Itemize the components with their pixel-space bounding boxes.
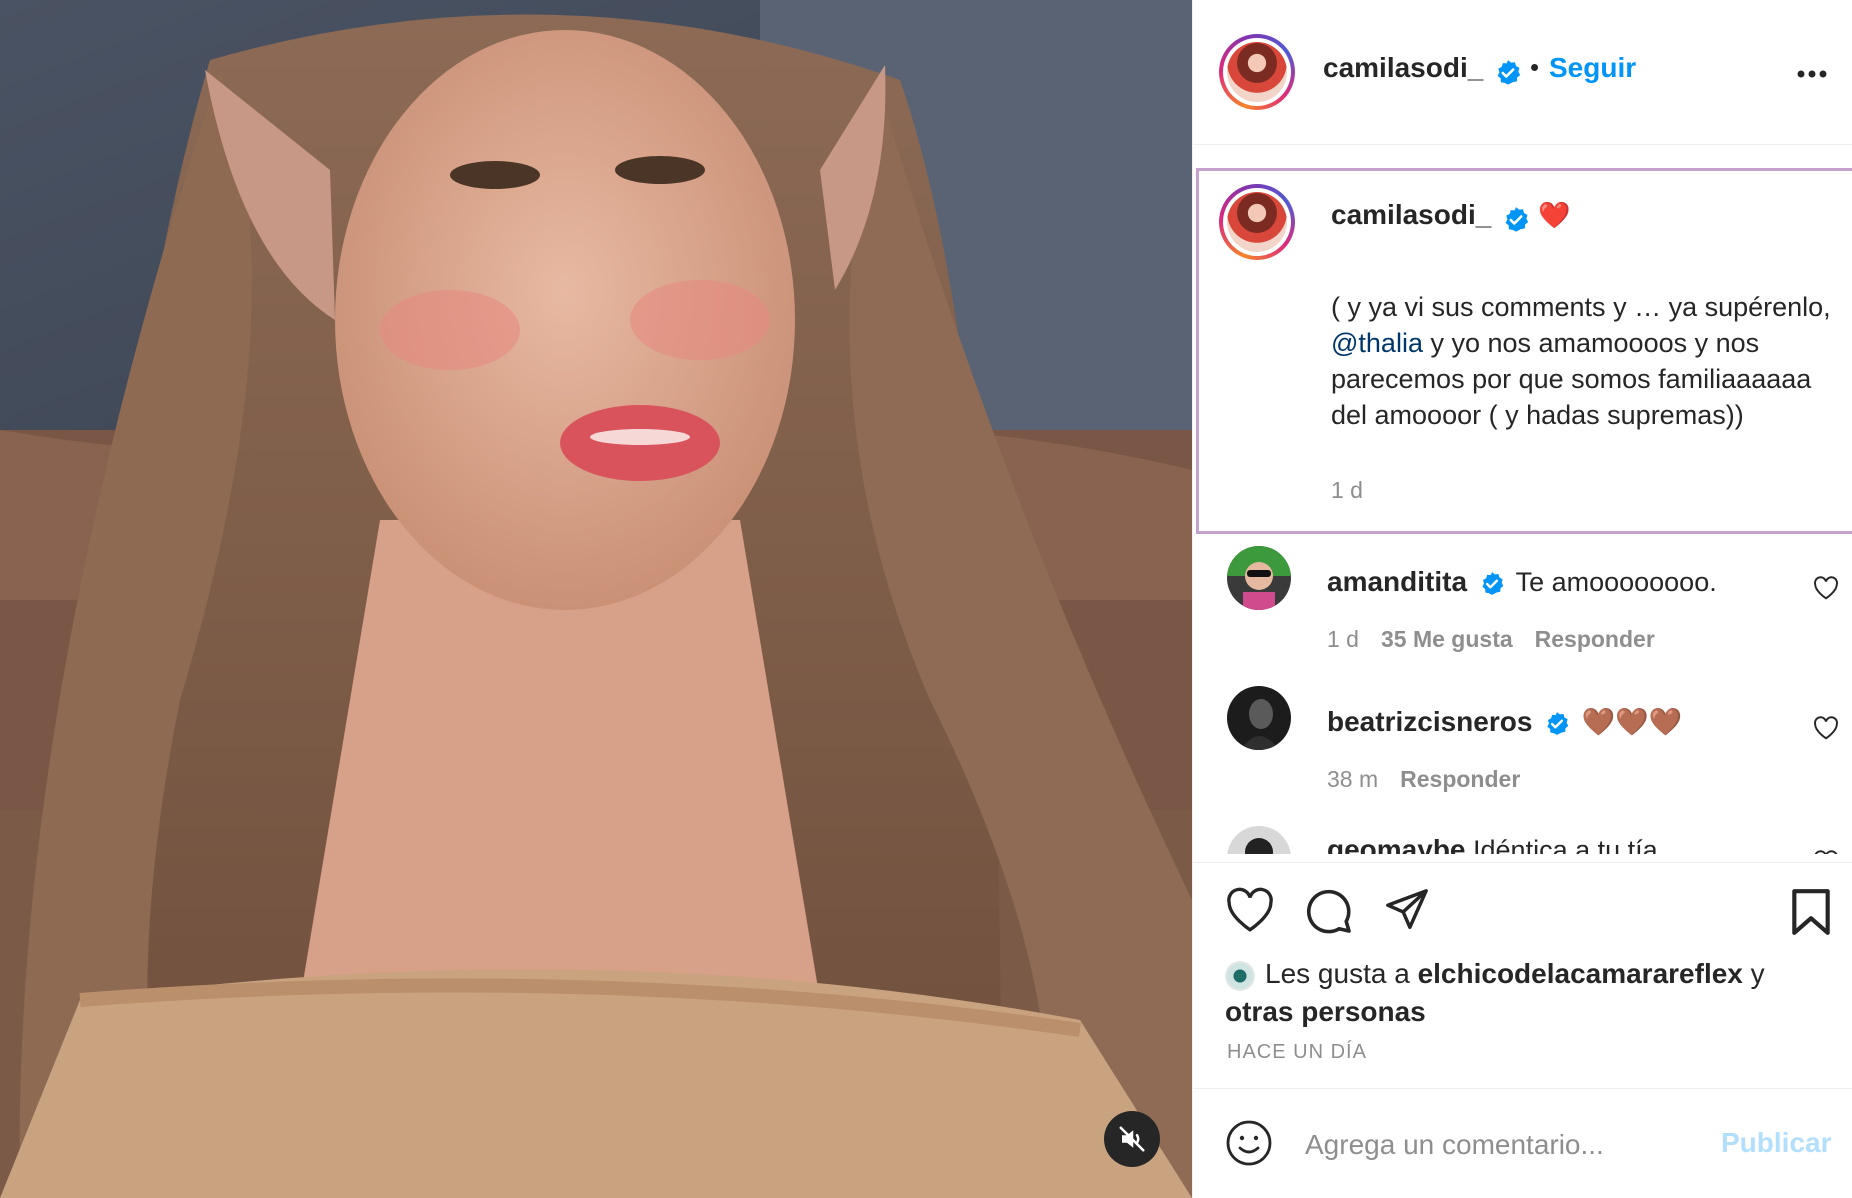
comment-line: geomaybe Idéntica a tu tía [1327,834,1658,854]
caption-header: camilasodi_ ❤️ [1331,199,1571,234]
comment-meta: 38 m Responder [1327,766,1520,793]
mute-button[interactable] [1104,1111,1160,1167]
caption-text-part: ( y ya vi sus comments y … ya supérenlo, [1331,292,1831,322]
post-actions: Les gusta a elchicodelacamarareflex y ot… [1193,862,1852,1088]
comments-list[interactable]: camilasodi_ ❤️ ( y ya vi sus comments y … [1193,146,1852,854]
comment-input[interactable] [1305,1125,1705,1165]
reply-button[interactable]: Responder [1400,766,1520,792]
commenter-avatar[interactable] [1227,546,1291,610]
muted-speaker-icon [1119,1126,1145,1152]
author-name-row: camilasodi_ [1323,52,1522,87]
publish-button[interactable]: Publicar [1721,1127,1831,1159]
heart-icon[interactable] [1225,887,1275,933]
more-options-icon[interactable] [1797,70,1827,78]
author-avatar[interactable] [1219,34,1295,110]
caption-emoji: ❤️ [1538,200,1571,230]
post-timestamp[interactable]: HACE UN DÍA [1227,1041,1367,1064]
comment-time[interactable]: 1 d [1327,626,1359,652]
comment-text: Te amoooooooo. [1515,567,1717,597]
liker-username[interactable]: elchicodelacamarareflex [1418,958,1743,989]
reply-button[interactable]: Responder [1535,626,1655,652]
comment-time[interactable]: 38 m [1327,766,1378,792]
follow-button[interactable]: Seguir [1549,52,1636,84]
verified-badge-icon [1497,59,1520,85]
verified-badge-icon [1505,206,1528,232]
video-frame [0,0,1192,1198]
caption-avatar[interactable] [1219,184,1295,260]
comment-username[interactable]: amanditita [1327,566,1467,597]
caption-username[interactable]: camilasodi_ [1331,199,1491,230]
post-header: camilasodi_ • Seguir [1193,0,1852,145]
comment-icon[interactable] [1305,887,1353,935]
comment-meta: 1 d 35 Me gusta Responder [1327,626,1655,653]
comment-username[interactable]: geomaybe [1327,834,1466,854]
caption-time[interactable]: 1 d [1331,477,1363,504]
comment-text: Idéntica a tu tía [1473,835,1658,854]
liker-avatar[interactable] [1225,960,1255,991]
emoji-icon[interactable] [1225,1119,1273,1167]
caption-text: ( y ya vi sus comments y … ya supérenlo,… [1331,289,1831,433]
comment-username[interactable]: beatrizcisneros [1327,706,1532,737]
post-video[interactable] [0,0,1192,1198]
add-comment-bar: Publicar [1193,1088,1852,1198]
verified-badge-icon [1481,571,1503,595]
comment-line: amanditita Te amoooooooo. [1327,566,1717,598]
bookmark-icon[interactable] [1789,887,1833,937]
post-side-panel: camilasodi_ • Seguir camilasodi_ ❤️ (y … [1192,0,1852,1198]
comment-text: 🤎🤎🤎 [1581,707,1683,737]
verified-badge-icon [1547,711,1569,735]
post-caption: camilasodi_ ❤️ ( y ya vi sus comments y … [1196,168,1852,534]
mention-link[interactable]: @thalia [1331,328,1423,358]
comment-like-heart-icon[interactable] [1813,850,1839,854]
separator-dot: • [1530,52,1540,82]
commenter-avatar[interactable] [1227,686,1291,750]
likes-summary: Les gusta a elchicodelacamarareflex y ot… [1225,955,1825,1031]
share-icon[interactable] [1383,887,1431,933]
likes-joiner: y [1742,958,1765,989]
author-username[interactable]: camilasodi_ [1323,52,1483,83]
comment-likes[interactable]: 35 Me gusta [1381,626,1513,652]
commenter-avatar[interactable] [1227,826,1291,854]
comment-like-heart-icon[interactable] [1813,716,1839,740]
likes-prefix: Les gusta a [1265,958,1418,989]
likes-others-link[interactable]: otras personas [1225,996,1426,1027]
comment-line: beatrizcisneros 🤎🤎🤎 [1327,706,1682,738]
comment-like-heart-icon[interactable] [1813,576,1839,600]
